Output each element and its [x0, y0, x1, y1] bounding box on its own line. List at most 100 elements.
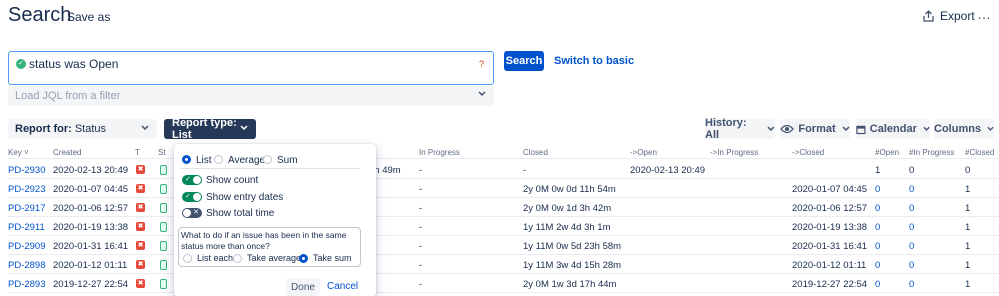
- status-lozenge: [160, 241, 167, 251]
- issue-key-link[interactable]: PD-2893: [8, 279, 46, 290]
- created-cell: 2020-01-31 16:41: [53, 241, 129, 252]
- radio-list[interactable]: [182, 155, 191, 164]
- to-closed-cell: 2019-12-27 22:54: [792, 279, 868, 290]
- report-for-select[interactable]: Report for: Status: [8, 119, 157, 139]
- format-button[interactable]: Format: [780, 119, 850, 139]
- save-as-link[interactable]: Save as: [67, 10, 110, 24]
- header-count-in-progress[interactable]: #In Progress: [909, 148, 954, 157]
- status-lozenge: [160, 222, 167, 232]
- calendar-label: Calendar: [869, 123, 917, 135]
- filter-placeholder: Load JQL from a filter: [15, 90, 121, 102]
- switch-to-basic-link[interactable]: Switch to basic: [554, 55, 634, 67]
- issue-key-link[interactable]: PD-2930: [8, 165, 46, 176]
- header-count-open[interactable]: #Open: [875, 148, 899, 157]
- export-button[interactable]: Export: [923, 6, 975, 26]
- show-total-time-label: Show total time: [206, 208, 275, 219]
- issue-key-link[interactable]: PD-2923: [8, 184, 46, 195]
- search-button[interactable]: Search: [504, 51, 544, 71]
- header-count-closed[interactable]: #Closed: [965, 148, 994, 157]
- radio-list-each[interactable]: [183, 254, 192, 263]
- cancel-button[interactable]: Cancel: [327, 281, 358, 292]
- count-closed-cell: 1: [965, 260, 971, 271]
- count-open-cell: 1: [875, 165, 881, 176]
- row-divider: [8, 292, 999, 293]
- issue-key-link[interactable]: PD-2909: [8, 241, 46, 252]
- list-each-label: List each: [197, 253, 234, 263]
- radio-average[interactable]: [214, 155, 223, 164]
- count-in-progress-cell: 0: [909, 260, 915, 271]
- show-count-toggle[interactable]: ✓: [182, 175, 202, 185]
- history-button[interactable]: History: All: [705, 117, 775, 141]
- valid-check-icon: ✓: [16, 59, 26, 69]
- chevron-down-icon: [987, 126, 994, 131]
- created-cell: 2020-02-13 20:49: [53, 165, 129, 176]
- issue-key-link[interactable]: PD-2911: [8, 222, 45, 233]
- radio-sum[interactable]: [263, 155, 272, 164]
- popup-divider: [180, 168, 360, 169]
- row-divider: [8, 197, 999, 198]
- bug-type-icon: ✖: [136, 184, 145, 193]
- closed-cell: 1y 11M 3w 4d 15h 28m: [523, 260, 622, 271]
- closed-cell: 1y 11M 0w 5d 23h 58m: [523, 241, 622, 252]
- bug-type-icon: ✖: [136, 222, 145, 231]
- count-closed-cell: 1: [965, 241, 971, 252]
- closed-cell: 1y 11M 2w 4d 3h 1m: [523, 222, 611, 233]
- row-divider: [8, 254, 999, 255]
- header-key[interactable]: Key ˅: [8, 148, 29, 157]
- report-type-button[interactable]: Report type: List: [164, 117, 256, 141]
- closed-cell: -: [523, 165, 527, 176]
- header-type[interactable]: T: [135, 148, 140, 157]
- count-in-progress-cell: 0: [909, 222, 915, 233]
- header-to-open[interactable]: ->Open: [630, 148, 657, 157]
- chevron-down-icon: [478, 91, 486, 97]
- created-cell: 2020-01-06 12:57: [53, 203, 129, 214]
- take-average-label: Take average: [247, 253, 302, 263]
- jql-input[interactable]: ✓ status was Open ?: [8, 51, 494, 85]
- header-status[interactable]: St: [158, 148, 166, 157]
- load-filter-select[interactable]: Load JQL from a filter: [8, 86, 494, 106]
- issue-key-link[interactable]: PD-2917: [8, 203, 46, 214]
- format-label: Format: [798, 123, 836, 135]
- chevron-down-icon: [767, 126, 775, 131]
- show-entry-dates-label: Show entry dates: [206, 192, 284, 203]
- columns-label: Columns: [934, 123, 982, 135]
- count-in-progress-cell: 0: [909, 203, 915, 214]
- count-open-cell: 0: [875, 279, 881, 290]
- jql-help-icon[interactable]: ?: [479, 59, 484, 69]
- in-progress-cell: -: [419, 203, 423, 214]
- show-entry-dates-toggle[interactable]: ✓: [182, 192, 202, 202]
- view-list-label: List: [196, 155, 212, 166]
- done-button[interactable]: Done: [286, 278, 320, 296]
- count-in-progress-cell: 0: [909, 279, 915, 290]
- status-lozenge: [160, 184, 167, 194]
- radio-take-sum[interactable]: [299, 254, 308, 263]
- issue-key-link[interactable]: PD-2898: [8, 260, 46, 271]
- bug-type-icon: ✖: [136, 203, 145, 212]
- count-open-cell: 0: [875, 241, 881, 252]
- status-lozenge: [160, 260, 167, 270]
- header-to-in-progress[interactable]: ->In Progress: [710, 148, 758, 157]
- header-closed[interactable]: Closed: [523, 148, 548, 157]
- header-to-closed[interactable]: ->Closed: [792, 148, 824, 157]
- show-total-time-toggle[interactable]: ✕: [182, 208, 202, 218]
- created-cell: 2020-01-12 01:11: [53, 260, 128, 271]
- count-closed-cell: 1: [965, 184, 971, 195]
- header-created[interactable]: Created: [53, 148, 81, 157]
- status-lozenge: [160, 203, 167, 213]
- calendar-button[interactable]: Calendar: [856, 119, 930, 139]
- row-divider: [8, 216, 999, 217]
- sort-arrow-icon: ˅: [24, 148, 29, 157]
- header-in-progress[interactable]: In Progress: [419, 148, 460, 157]
- count-open-cell: 0: [875, 222, 881, 233]
- repeat-status-group: What to do if an issue has been in the s…: [178, 227, 361, 267]
- repeat-question: What to do if an issue has been in the s…: [181, 230, 347, 251]
- in-progress-cell: -: [419, 184, 423, 195]
- row-divider: [8, 235, 999, 236]
- radio-take-average[interactable]: [233, 254, 242, 263]
- view-sum-label: Sum: [277, 155, 298, 166]
- columns-button[interactable]: Columns: [934, 119, 994, 139]
- to-closed-cell: 2020-01-31 16:41: [792, 241, 868, 252]
- more-options-button[interactable]: …: [977, 6, 992, 22]
- created-cell: 2020-01-19 13:38: [53, 222, 129, 233]
- in-progress-cell: -: [419, 222, 423, 233]
